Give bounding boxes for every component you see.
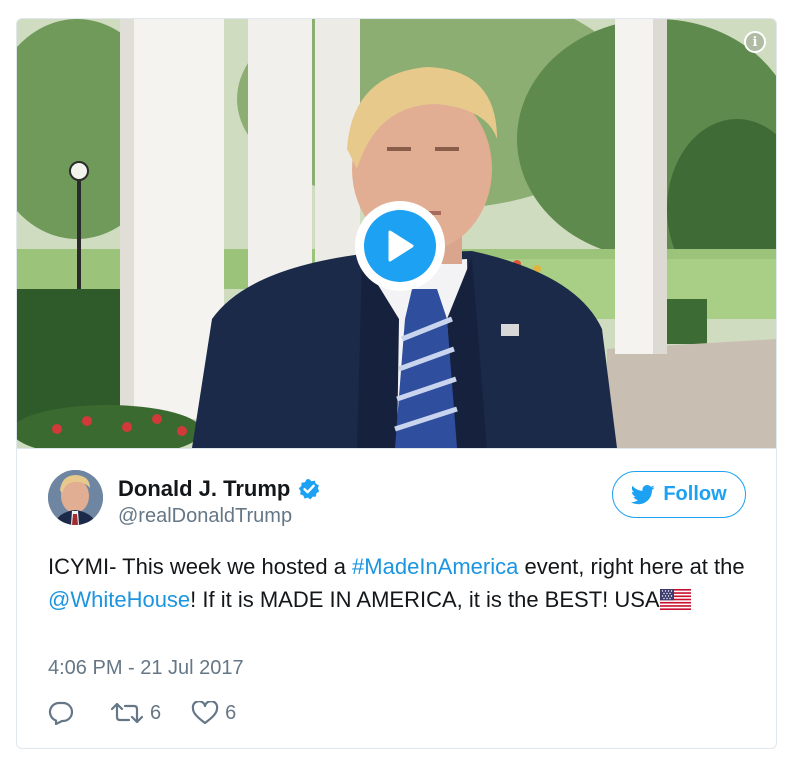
retweet-count: 6 (150, 701, 162, 724)
info-icon[interactable]: i (744, 31, 766, 53)
author-handle[interactable]: @realDonaldTrump (118, 505, 292, 528)
avatar[interactable] (48, 470, 103, 525)
tweet-text: ICYMI- This week we hosted a #MadeInAmer… (48, 550, 758, 616)
play-button[interactable] (355, 201, 445, 291)
retweet-button[interactable]: 6 (110, 702, 161, 725)
like-button[interactable]: 6 (191, 701, 236, 725)
us-flag-icon (659, 586, 691, 610)
tweet-text-segment: ICYMI- This week we hosted a (48, 554, 353, 579)
tweet-text-segment: event, right here at the (518, 554, 745, 579)
mention-link[interactable]: @WhiteHouse (48, 587, 190, 612)
tweet-text-segment: ! If it is MADE IN AMERICA, it is the BE… (190, 587, 660, 612)
reply-icon (48, 701, 74, 725)
twitter-bird-icon (631, 484, 655, 504)
verified-badge-icon (298, 478, 320, 500)
tweet-actions: 6 6 (48, 701, 266, 725)
follow-button[interactable]: Follow (612, 471, 746, 518)
author-name[interactable]: Donald J. Trump (118, 476, 290, 502)
reply-button[interactable] (48, 701, 80, 725)
retweet-icon (110, 702, 144, 724)
embedded-tweet-card: i Donald J. Trump @realDonaldTrump Follo… (16, 18, 777, 749)
video-thumbnail[interactable]: i (17, 19, 776, 448)
follow-label: Follow (663, 483, 727, 505)
tweet-timestamp[interactable]: 4:06 PM - 21 Jul 2017 (48, 657, 244, 680)
like-count: 6 (225, 701, 237, 724)
hashtag-link[interactable]: #MadeInAmerica (352, 554, 518, 579)
tweet-body: Donald J. Trump @realDonaldTrump Follow … (17, 448, 776, 748)
play-icon (364, 210, 436, 282)
author-name-row: Donald J. Trump (118, 476, 320, 502)
heart-icon (191, 701, 219, 725)
